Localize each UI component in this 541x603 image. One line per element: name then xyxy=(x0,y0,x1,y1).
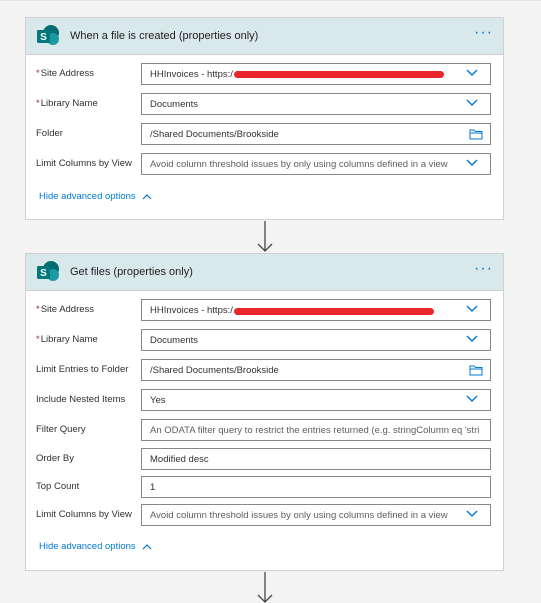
chevron-down-icon[interactable] xyxy=(466,395,478,403)
field-row-order-by: Order By Modified desc xyxy=(26,444,503,472)
chevron-down-icon[interactable] xyxy=(466,159,478,167)
field-row-site-address: *Site Address HHInvoices - https:/ xyxy=(26,295,503,325)
get-files-card: S Get files (properties only) ··· *Site … xyxy=(25,253,504,571)
sharepoint-icon: S xyxy=(36,24,60,48)
field-label: Top Count xyxy=(36,481,80,492)
sharepoint-icon: S xyxy=(36,260,60,284)
field-row-site-address: *Site Address HHInvoices - https:/ xyxy=(26,59,503,89)
field-row-filter-query: Filter Query An ODATA filter query to re… xyxy=(26,415,503,444)
limit-entries-folder-input[interactable]: /Shared Documents/Brookside xyxy=(141,359,491,381)
field-row-library-name: *Library Name Documents xyxy=(26,325,503,355)
chevron-up-icon xyxy=(142,543,152,549)
site-address-dropdown[interactable]: HHInvoices - https:/ xyxy=(141,63,491,85)
library-name-dropdown[interactable]: Documents xyxy=(141,329,491,351)
redaction-mark xyxy=(234,308,434,315)
field-label: Limit Entries to Folder xyxy=(36,364,129,375)
folder-icon[interactable] xyxy=(469,128,483,140)
trigger-card-header[interactable]: S When a file is created (properties onl… xyxy=(26,18,503,55)
top-count-input[interactable]: 1 xyxy=(141,476,491,498)
site-address-dropdown[interactable]: HHInvoices - https:/ xyxy=(141,299,491,321)
include-nested-items-dropdown[interactable]: Yes xyxy=(141,389,491,411)
order-by-input[interactable]: Modified desc xyxy=(141,448,491,470)
field-row-folder: Folder /Shared Documents/Brookside xyxy=(26,119,503,149)
flow-arrow-icon xyxy=(257,572,273,603)
library-name-dropdown[interactable]: Documents xyxy=(141,93,491,115)
top-divider xyxy=(0,0,541,1)
chevron-down-icon[interactable] xyxy=(466,335,478,343)
hide-advanced-options-link[interactable]: Hide advanced options xyxy=(39,541,152,552)
field-label: Filter Query xyxy=(36,424,86,435)
limit-columns-dropdown[interactable]: Avoid column threshold issues by only us… xyxy=(141,504,491,526)
limit-columns-dropdown[interactable]: Avoid column threshold issues by only us… xyxy=(141,153,491,175)
get-files-card-header[interactable]: S Get files (properties only) ··· xyxy=(26,254,503,291)
folder-input[interactable]: /Shared Documents/Brookside xyxy=(141,123,491,145)
field-row-limit-columns: Limit Columns by View Avoid column thres… xyxy=(26,149,503,179)
folder-icon[interactable] xyxy=(469,364,483,376)
chevron-down-icon[interactable] xyxy=(466,510,478,518)
field-label: Order By xyxy=(36,453,75,464)
more-options-icon[interactable]: ··· xyxy=(474,261,493,277)
hide-advanced-options-link[interactable]: Hide advanced options xyxy=(39,191,152,202)
chevron-down-icon[interactable] xyxy=(466,305,478,313)
field-label: Include Nested Items xyxy=(36,394,126,405)
svg-text:S: S xyxy=(40,268,47,279)
chevron-down-icon[interactable] xyxy=(466,99,478,107)
field-label: *Site Address xyxy=(36,68,95,79)
trigger-card-title: When a file is created (properties only) xyxy=(70,30,259,42)
field-row-top-count: Top Count 1 xyxy=(26,472,503,500)
field-row-include-nested: Include Nested Items Yes xyxy=(26,385,503,415)
field-row-limit-columns: Limit Columns by View Avoid column thres… xyxy=(26,500,503,530)
field-row-limit-entries-folder: Limit Entries to Folder /Shared Document… xyxy=(26,355,503,385)
field-label: *Site Address xyxy=(36,304,95,315)
field-label: Folder xyxy=(36,128,63,139)
field-label: Limit Columns by View xyxy=(36,509,132,520)
chevron-up-icon xyxy=(142,193,152,199)
field-label: *Library Name xyxy=(36,98,98,109)
flow-arrow-icon xyxy=(257,221,273,252)
chevron-down-icon[interactable] xyxy=(466,69,478,77)
field-row-library-name: *Library Name Documents xyxy=(26,89,503,119)
field-label: *Library Name xyxy=(36,334,98,345)
trigger-card: S When a file is created (properties onl… xyxy=(25,17,504,220)
filter-query-input[interactable]: An ODATA filter query to restrict the en… xyxy=(141,419,491,441)
get-files-card-title: Get files (properties only) xyxy=(70,266,193,278)
field-label: Limit Columns by View xyxy=(36,158,132,169)
more-options-icon[interactable]: ··· xyxy=(474,25,493,41)
svg-text:S: S xyxy=(40,32,47,43)
redaction-mark xyxy=(234,71,444,78)
